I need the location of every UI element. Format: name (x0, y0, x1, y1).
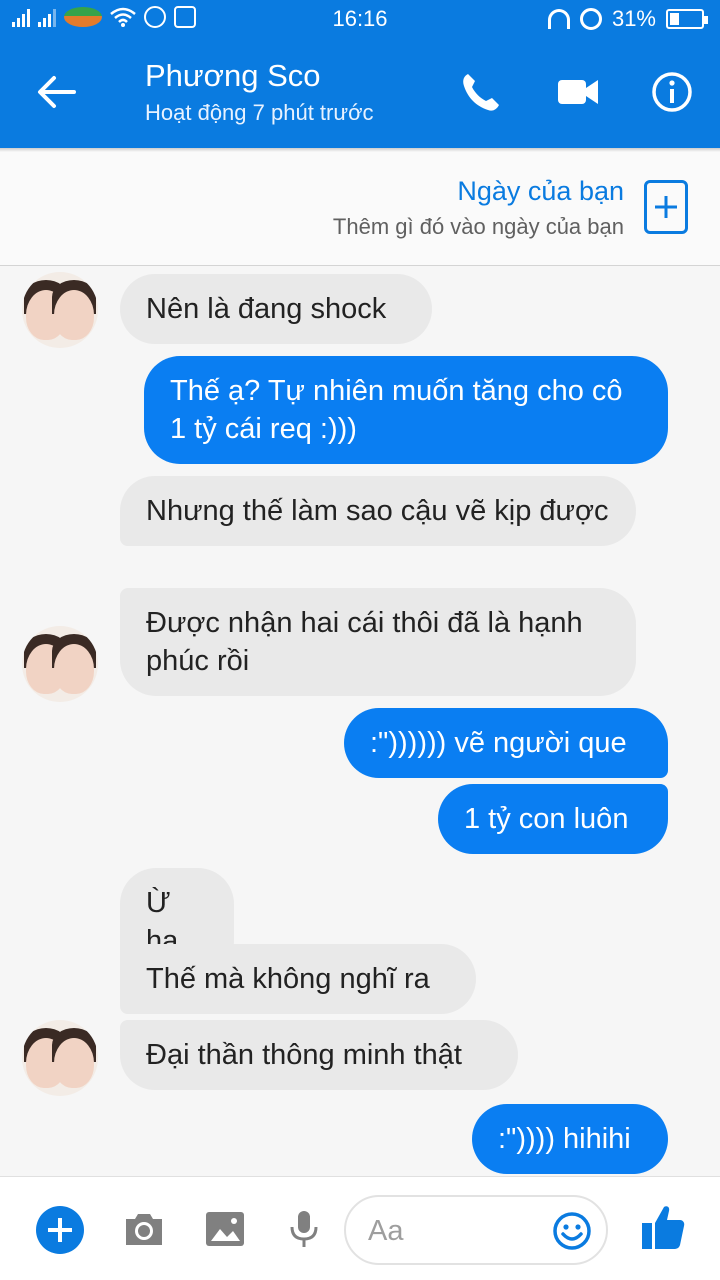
thumbs-up-icon[interactable] (640, 1203, 686, 1251)
your-day-title[interactable]: Ngày của bạn (457, 176, 624, 207)
your-day-banner[interactable]: Ngày của bạn Thêm gì đó vào ngày của bạn (0, 148, 720, 266)
battery-percent: 31% (611, 6, 656, 31)
outgoing-message[interactable]: :")))))) vẽ người que (344, 708, 668, 778)
contact-name[interactable]: Phương Sco (145, 58, 321, 94)
camera-icon[interactable] (122, 1209, 166, 1249)
message-input[interactable] (368, 1209, 548, 1253)
incoming-message[interactable]: Nhưng thế làm sao cậu vẽ kịp được (120, 476, 636, 546)
video-camera-icon[interactable] (556, 70, 600, 114)
microphone-icon[interactable] (282, 1209, 326, 1249)
outgoing-message[interactable]: 1 tỷ con luôn (438, 784, 668, 854)
headset-icon (547, 9, 570, 29)
alarm-icon (579, 8, 602, 30)
composer-bar (0, 1176, 720, 1280)
incoming-message[interactable]: Đại thần thông minh thật (120, 1020, 518, 1090)
status-bar-right: 31% (547, 6, 708, 32)
header-shadow (0, 148, 720, 152)
your-day-subtitle: Thêm gì đó vào ngày của bạn (332, 214, 624, 239)
conversation-header: Phương Sco Hoạt động 7 phút trước (0, 36, 720, 148)
phone-icon[interactable] (458, 70, 502, 114)
avatar[interactable] (22, 1020, 98, 1096)
plus-icon[interactable] (36, 1206, 84, 1254)
avatar[interactable] (22, 272, 98, 348)
incoming-message[interactable]: Nên là đang shock (120, 274, 432, 344)
battery-icon (666, 9, 708, 29)
smile-icon[interactable] (552, 1211, 592, 1251)
back-arrow-icon[interactable] (36, 74, 76, 110)
info-icon[interactable] (650, 70, 694, 114)
active-status: Hoạt động 7 phút trước (145, 100, 374, 125)
image-icon[interactable] (203, 1209, 247, 1249)
avatar[interactable] (22, 626, 98, 702)
incoming-message[interactable]: Được nhận hai cái thôi đã là hạnh phúc r… (120, 588, 636, 696)
outgoing-message[interactable]: :")))) hihihi (472, 1104, 668, 1174)
add-to-day-button[interactable] (644, 180, 688, 234)
status-bar: 16:16 31% (0, 0, 720, 36)
outgoing-message[interactable]: Thế ạ? Tự nhiên muốn tăng cho cô 1 tỷ cá… (144, 356, 668, 464)
message-input-box[interactable] (344, 1195, 608, 1265)
incoming-message[interactable]: Thế mà không nghĩ ra (120, 944, 476, 1014)
message-list[interactable]: Nên là đang shock Thế ạ? Tự nhiên muốn t… (0, 266, 720, 1176)
